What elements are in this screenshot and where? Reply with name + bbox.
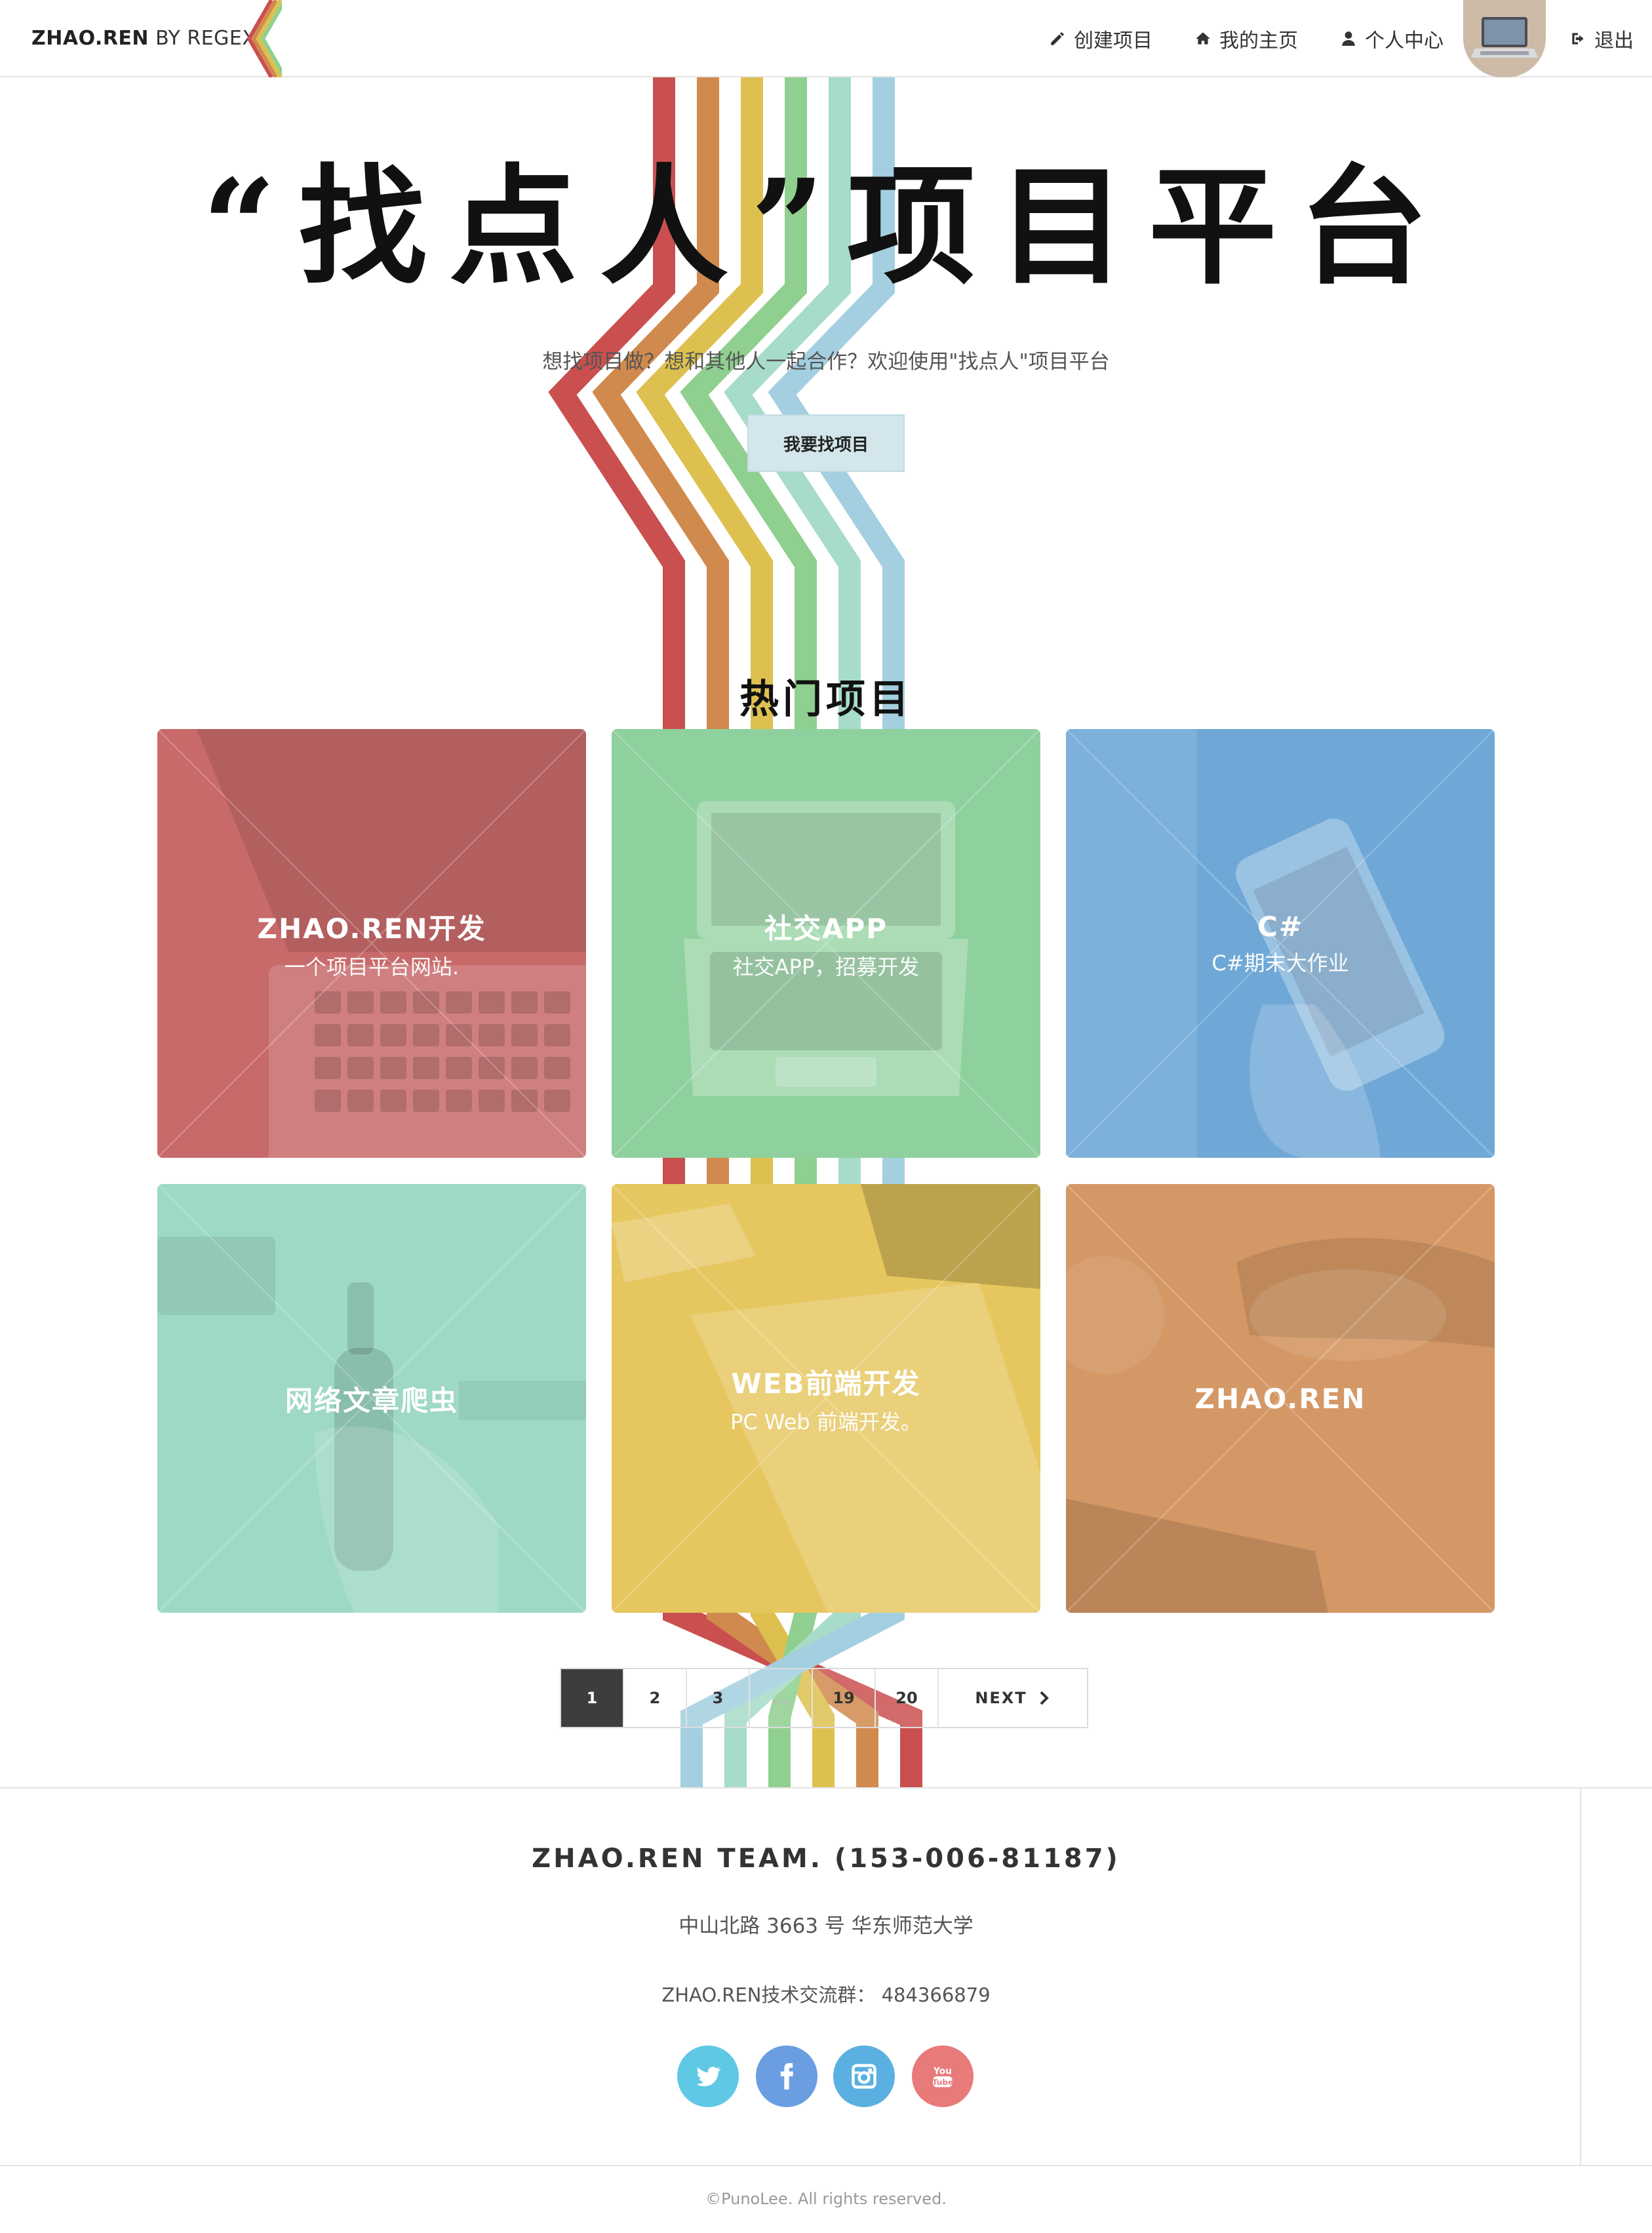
nav-logout-label: 退出 <box>1594 30 1634 52</box>
card-description: 一个项目平台网站. <box>284 954 460 979</box>
youtube-button[interactable]: You Tube <box>912 2045 974 2107</box>
card-title: ZHAO.REN <box>1194 1382 1366 1415</box>
page-button[interactable]: 1 <box>561 1669 624 1727</box>
card-description: 社交APP，招募开发 <box>732 954 920 979</box>
card-title: 社交APP <box>764 912 888 945</box>
project-card[interactable]: WEB前端开发 PC Web 前端开发。 <box>612 1184 1040 1613</box>
footer-address: 中山北路 3663 号 华东师范大学 <box>678 1914 974 1938</box>
user-icon <box>1342 31 1355 46</box>
hero-subtitle: 想找项目做？想和其他人一起合作？欢迎使用"找点人"项目平台 <box>542 350 1110 374</box>
facebook-button[interactable] <box>756 2045 817 2107</box>
card-title: 网络文章爬虫 <box>285 1384 458 1417</box>
card-title: ZHAO.REN开发 <box>257 912 486 945</box>
card-title: WEB前端开发 <box>731 1367 921 1400</box>
footer-divider <box>0 1787 1652 1788</box>
card-text: WEB前端开发 PC Web 前端开发。 <box>612 1184 1040 1613</box>
find-project-button[interactable]: 我要找项目 <box>747 414 905 472</box>
svg-text:You: You <box>933 2066 952 2076</box>
card-title: C# <box>1257 910 1303 943</box>
project-card[interactable]: C# C#期末大作业 <box>1066 729 1495 1158</box>
nav-profile[interactable]: 个人中心 <box>1340 0 1444 77</box>
svg-text:Tube: Tube <box>932 2078 953 2087</box>
card-description: C#期末大作业 <box>1211 950 1349 976</box>
card-text: 社交APP 社交APP，招募开发 <box>612 729 1040 1158</box>
nav-profile-label: 个人中心 <box>1365 30 1444 52</box>
instagram-button[interactable] <box>833 2045 895 2107</box>
pencil-icon <box>1051 32 1064 45</box>
page-ellipsis: ... <box>750 1669 813 1727</box>
page-button[interactable]: 19 <box>813 1669 876 1727</box>
card-text: C# C#期末大作业 <box>1066 729 1495 1158</box>
facebook-icon <box>780 2063 794 2090</box>
youtube-icon: You Tube <box>932 2066 953 2087</box>
nav-logout[interactable]: 退出 <box>1569 0 1634 77</box>
copyright: ©PunoLee. All rights reserved. <box>705 2190 947 2208</box>
instagram-icon <box>852 2064 876 2089</box>
card-text: ZHAO.REN开发 一个项目平台网站. <box>157 729 586 1158</box>
page-button[interactable]: 20 <box>876 1669 939 1727</box>
card-text: ZHAO.REN <box>1066 1184 1495 1613</box>
nav-my-home[interactable]: 我的主页 <box>1194 0 1298 77</box>
twitter-icon <box>696 2066 721 2087</box>
brand-chevron-icon <box>246 0 282 77</box>
card-description: PC Web 前端开发。 <box>730 1409 922 1434</box>
nav-home-label: 我的主页 <box>1219 30 1298 52</box>
project-card[interactable]: 网络文章爬虫 <box>157 1184 586 1613</box>
project-card[interactable]: ZHAO.REN <box>1066 1184 1495 1613</box>
card-text: 网络文章爬虫 <box>157 1184 586 1613</box>
home-icon <box>1196 32 1210 45</box>
chevron-right-icon <box>1040 1691 1049 1705</box>
twitter-button[interactable] <box>677 2045 739 2107</box>
hero-title: “找点人”项目平台 <box>202 151 1450 302</box>
footer-team-contact: ZHAO.REN TEAM. (153-006-81187) <box>532 1844 1120 1874</box>
brand-logo[interactable]: ZHAO.REN BY REGEX <box>31 24 256 54</box>
user-avatar[interactable] <box>1463 0 1546 77</box>
popular-projects-heading: 热门项目 <box>739 677 913 722</box>
nav-create-project[interactable]: 创建项目 <box>1049 0 1152 77</box>
next-label: NEXT <box>975 1689 1027 1707</box>
page-button[interactable]: 2 <box>624 1669 687 1727</box>
project-card-grid: ZHAO.REN开发 一个项目平台网站. 社交APP 社交APP，招募开发 C#… <box>157 729 1495 1613</box>
footer-bottom-divider <box>0 2165 1652 2166</box>
page-button[interactable]: 3 <box>687 1669 750 1727</box>
nav-create-label: 创建项目 <box>1074 30 1152 52</box>
next-page-button[interactable]: NEXT <box>939 1669 1087 1727</box>
footer-qq-group: ZHAO.REN技术交流群： 484366879 <box>661 1984 991 2006</box>
pagination: 1 2 3 ... 19 20 NEXT <box>560 1668 1088 1728</box>
project-card[interactable]: 社交APP 社交APP，招募开发 <box>612 729 1040 1158</box>
project-card[interactable]: ZHAO.REN开发 一个项目平台网站. <box>157 729 586 1158</box>
sign-out-icon <box>1572 33 1584 45</box>
brand-name: ZHAO.REN <box>31 27 149 50</box>
top-navbar: ZHAO.REN BY REGEX 创建项目 我的主页 个人中心 退出 <box>0 0 1652 77</box>
avatar-laptop-image <box>1463 0 1546 77</box>
